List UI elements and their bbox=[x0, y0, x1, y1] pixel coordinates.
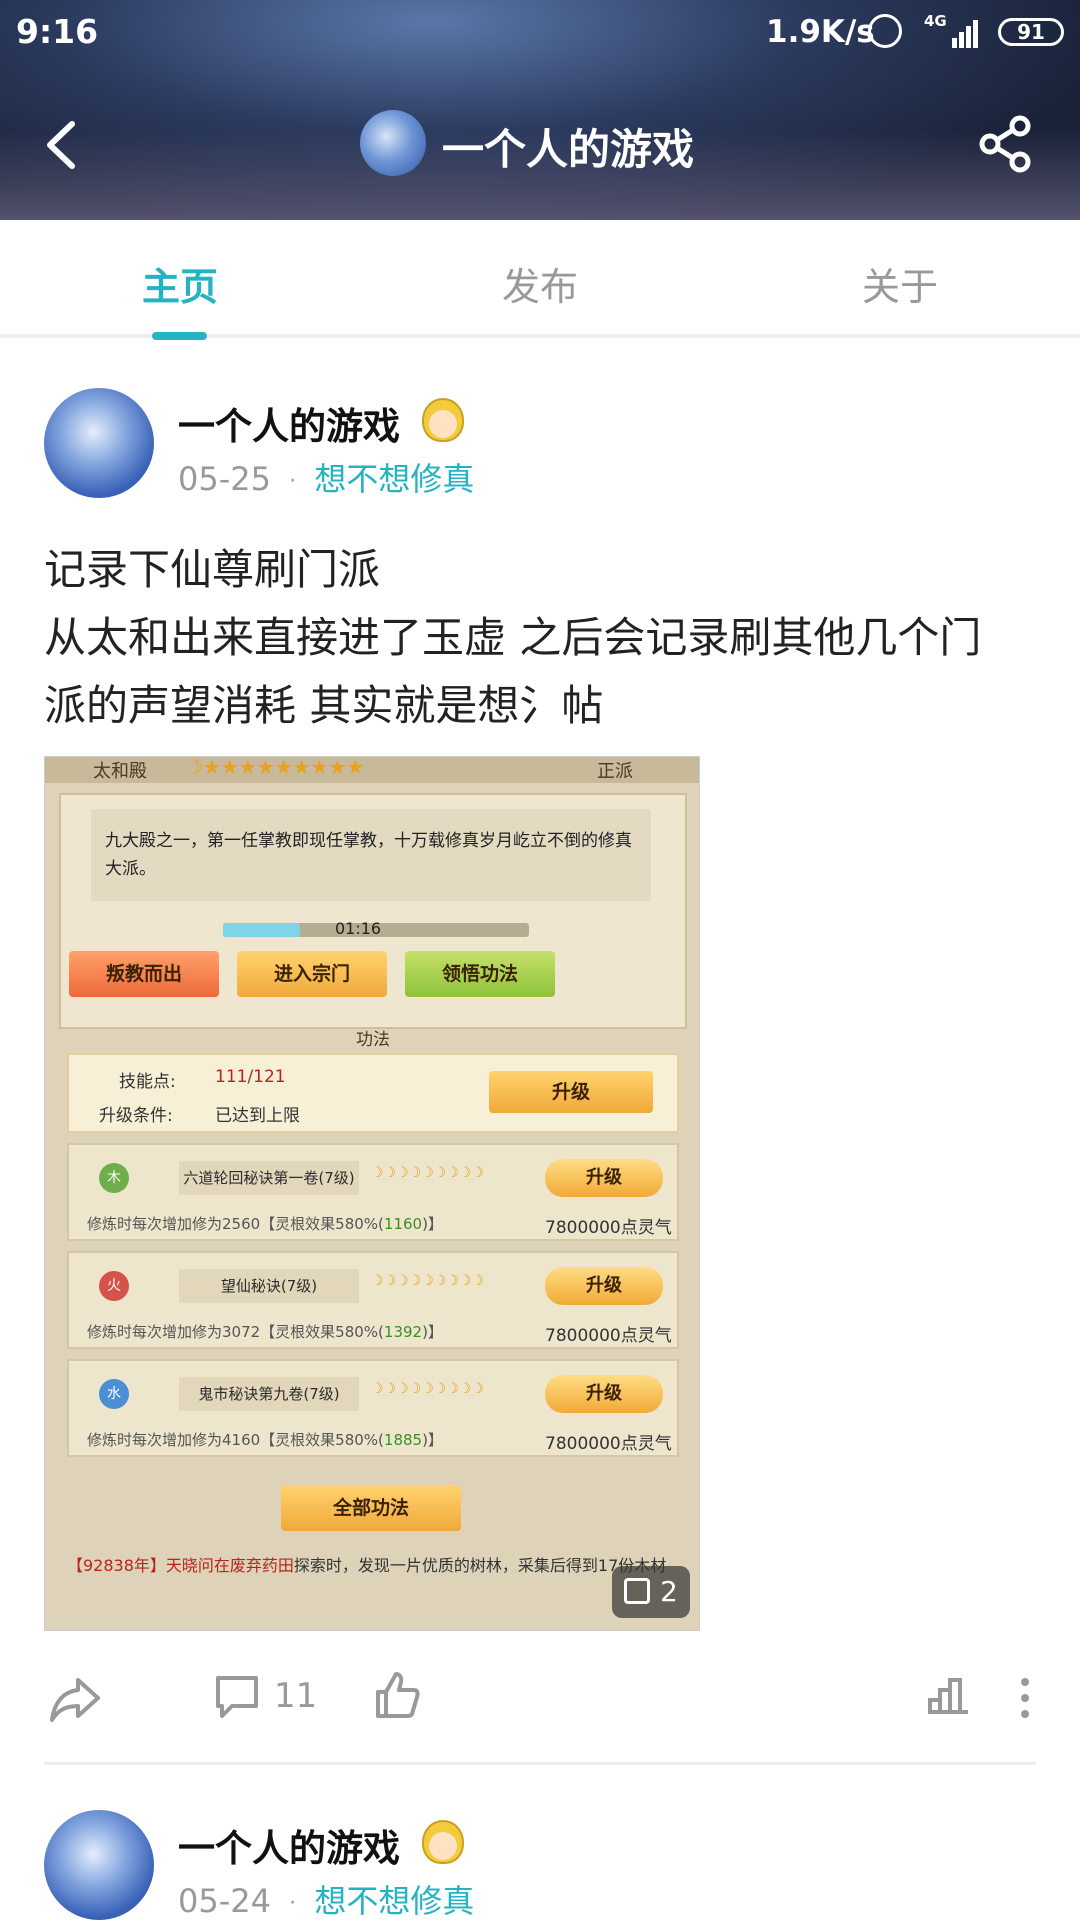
post-divider bbox=[44, 1762, 1036, 1765]
meta-separator: · bbox=[289, 468, 297, 494]
all-skills-button: 全部功法 bbox=[281, 1485, 461, 1531]
status-bar: 9:16 1.9K/s 4G 91 bbox=[0, 0, 1080, 66]
active-tab-indicator bbox=[152, 332, 207, 340]
alarm-icon bbox=[868, 14, 902, 48]
network-type: 4G bbox=[924, 12, 947, 30]
upgrade-condition-value: 已达到上限 bbox=[215, 1106, 300, 1126]
comment-count[interactable]: 11 bbox=[274, 1676, 317, 1716]
skill-points-box: 技能点: 111/121 升级条件: 已达到上限 升级 bbox=[67, 1053, 679, 1133]
sect-name: 太和殿 bbox=[93, 761, 147, 782]
tab-bar: 主页 发布 关于 bbox=[0, 220, 1080, 338]
timer-text: 01:16 bbox=[335, 919, 382, 938]
comment-icon[interactable] bbox=[212, 1672, 262, 1724]
skill-info-text: 修炼时每次增加修为3072【灵根效果580%( bbox=[87, 1323, 384, 1341]
image-icon bbox=[624, 1578, 650, 1604]
learn-skill-button: 领悟功法 bbox=[405, 951, 555, 997]
skill-name: 六道轮回秘诀第一卷(7级) bbox=[179, 1161, 359, 1195]
skill-info: 修炼时每次增加修为4160【灵根效果580%(1885)】 bbox=[87, 1429, 443, 1450]
author-avatar[interactable] bbox=[44, 388, 154, 498]
upgrade-condition-label: 升级条件: bbox=[99, 1106, 173, 1126]
image-count-badge[interactable]: 2 bbox=[612, 1566, 690, 1618]
skill-points-label: 技能点: bbox=[119, 1072, 176, 1092]
skill-moons: ☽☽☽☽☽☽☽☽☽ bbox=[371, 1381, 484, 1397]
signal-icon bbox=[946, 14, 982, 48]
skill-info: 修炼时每次增加修为2560【灵根效果580%(1160)】 bbox=[87, 1213, 443, 1234]
post-text-line: 记录下仙尊刷门派 bbox=[44, 545, 381, 594]
more-icon[interactable] bbox=[1018, 1676, 1032, 1720]
tab-publish[interactable]: 发布 bbox=[440, 256, 640, 311]
skill-row: 水 鬼市秘诀第九卷(7级) ☽☽☽☽☽☽☽☽☽ 升级 修炼时每次增加修为4160… bbox=[67, 1359, 679, 1457]
channel-avatar bbox=[360, 110, 426, 176]
post-meta: 05-24 · 想不想修真 bbox=[178, 1876, 474, 1920]
log-year: 【92838年】天晓问在 bbox=[67, 1556, 230, 1575]
skill-info-value: 1392 bbox=[383, 1323, 423, 1341]
author-name[interactable]: 一个人的游戏 bbox=[178, 1818, 400, 1872]
app-screen: 9:16 1.9K/s 4G 91 一个人的游戏 主页 发布 关于 一个人的游戏… bbox=[0, 0, 1080, 1920]
upgrade-button: 升级 bbox=[489, 1071, 653, 1113]
timer-progress-fill bbox=[223, 923, 300, 937]
image-count: 2 bbox=[660, 1575, 678, 1608]
skill-info-suffix: )】 bbox=[422, 1215, 443, 1233]
status-time: 9:16 bbox=[16, 12, 99, 51]
post-category[interactable]: 想不想修真 bbox=[314, 1882, 474, 1920]
forward-icon[interactable] bbox=[48, 1674, 104, 1724]
back-icon[interactable] bbox=[42, 120, 82, 170]
author-name[interactable]: 一个人的游戏 bbox=[178, 396, 400, 450]
post-text-line: 派的声望消耗 其实就是想氵帖 bbox=[44, 681, 604, 730]
log-place: 废弃药田 bbox=[229, 1556, 294, 1575]
skills-section-title: 功法 bbox=[356, 1030, 390, 1050]
event-log: 【92838年】天晓问在废弃药田探索时，发现一片优质的树林，采集后得到17份木材 bbox=[67, 1553, 677, 1579]
skill-upgrade-button: 升级 bbox=[545, 1267, 663, 1305]
post-text[interactable]: 记录下仙尊刷门派 从太和出来直接进了玉虚 之后会记录刷其他几个门 派的声望消耗 … bbox=[44, 536, 1044, 740]
share-icon[interactable] bbox=[976, 114, 1036, 174]
like-icon[interactable] bbox=[372, 1670, 422, 1722]
skill-row: 火 望仙秘诀(7级) ☽☽☽☽☽☽☽☽☽ 升级 修炼时每次增加修为3072【灵根… bbox=[67, 1251, 679, 1349]
sect-description: 九大殿之一，第一任掌教即现任掌教，十万载修真岁月屹立不倒的修真大派。 bbox=[91, 809, 651, 901]
post-date: 05-25 bbox=[178, 460, 271, 498]
skill-info-suffix: )】 bbox=[422, 1431, 443, 1449]
skill-moons: ☽☽☽☽☽☽☽☽☽ bbox=[371, 1165, 484, 1181]
skill-cost: 7800000点灵气 bbox=[545, 1218, 672, 1238]
rating-stars: ☽★★★★★★★★★ bbox=[185, 756, 365, 779]
skill-info-text: 修炼时每次增加修为2560【灵根效果580%( bbox=[87, 1215, 384, 1233]
enter-sect-button: 进入宗门 bbox=[237, 951, 387, 997]
post-text-line: 从太和出来直接进了玉虚 之后会记录刷其他几个门 bbox=[44, 613, 982, 662]
fire-element-icon: 火 bbox=[99, 1271, 129, 1301]
wood-element-icon: 木 bbox=[99, 1163, 129, 1193]
skill-upgrade-button: 升级 bbox=[545, 1375, 663, 1413]
skill-cost: 7800000点灵气 bbox=[545, 1434, 672, 1454]
author-avatar[interactable] bbox=[44, 1810, 154, 1920]
skill-info-value: 1160 bbox=[383, 1215, 423, 1233]
post-image[interactable]: 太和殿 ☽★★★★★★★★★ 正派 九大殿之一，第一任掌教即现任掌教，十万载修真… bbox=[44, 756, 700, 1631]
post-date: 05-24 bbox=[178, 1882, 271, 1920]
water-element-icon: 水 bbox=[99, 1379, 129, 1409]
post-category[interactable]: 想不想修真 bbox=[314, 460, 474, 498]
skill-info: 修炼时每次增加修为3072【灵根效果580%(1392)】 bbox=[87, 1321, 443, 1342]
leave-sect-button: 叛教而出 bbox=[69, 951, 219, 997]
log-text: 探索时，发现一片优质的树林，采集后得到17份木材 bbox=[293, 1556, 667, 1575]
tab-home[interactable]: 主页 bbox=[80, 256, 280, 311]
skill-info-value: 1885 bbox=[383, 1431, 423, 1449]
network-speed: 1.9K/s bbox=[766, 14, 875, 50]
page-title: 一个人的游戏 bbox=[442, 125, 695, 174]
skill-name: 望仙秘诀(7级) bbox=[179, 1269, 359, 1303]
skill-info-suffix: )】 bbox=[422, 1323, 443, 1341]
skill-points-value: 111/121 bbox=[215, 1067, 286, 1087]
stats-icon[interactable] bbox=[926, 1672, 972, 1720]
skill-upgrade-button: 升级 bbox=[545, 1159, 663, 1197]
post-meta: 05-25 · 想不想修真 bbox=[178, 454, 474, 500]
skill-row: 木 六道轮回秘诀第一卷(7级) ☽☽☽☽☽☽☽☽☽ 升级 修炼时每次增加修为25… bbox=[67, 1143, 679, 1241]
nav-bar: 一个人的游戏 bbox=[0, 100, 1080, 190]
skill-moons: ☽☽☽☽☽☽☽☽☽ bbox=[371, 1273, 484, 1289]
skill-cost: 7800000点灵气 bbox=[545, 1326, 672, 1346]
battery-icon: 91 bbox=[998, 18, 1064, 46]
meta-separator: · bbox=[289, 1890, 297, 1916]
author-badge-icon bbox=[422, 1820, 464, 1864]
skill-name: 鬼市秘诀第九卷(7级) bbox=[179, 1377, 359, 1411]
author-badge-icon bbox=[422, 398, 464, 442]
tab-about[interactable]: 关于 bbox=[800, 256, 1000, 311]
skill-info-text: 修炼时每次增加修为4160【灵根效果580%( bbox=[87, 1431, 384, 1449]
sect-alignment: 正派 bbox=[597, 761, 633, 782]
header-banner: 9:16 1.9K/s 4G 91 一个人的游戏 bbox=[0, 0, 1080, 220]
